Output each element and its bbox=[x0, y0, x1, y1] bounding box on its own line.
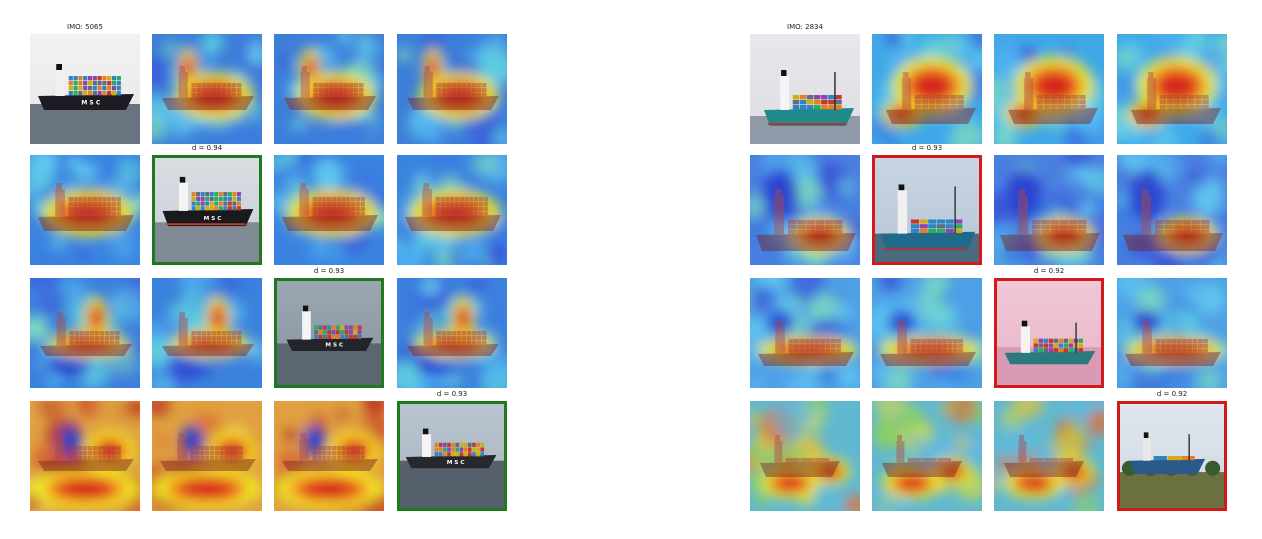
retrieved-match-image: M S C bbox=[274, 278, 384, 388]
retrieved-match-image bbox=[1117, 401, 1227, 511]
attention-heatmap bbox=[872, 278, 982, 388]
attention-heatmap bbox=[750, 401, 860, 511]
query-image: M S C bbox=[30, 34, 140, 144]
attention-heatmap bbox=[397, 155, 507, 265]
attention-heatmap bbox=[1117, 34, 1227, 144]
retrieved-match-image: M S C bbox=[397, 401, 507, 511]
svg-text:M S C: M S C bbox=[204, 216, 222, 222]
attention-heatmap bbox=[30, 401, 140, 511]
attention-heatmap bbox=[872, 401, 982, 511]
retrieved-match-image bbox=[994, 278, 1104, 388]
attention-heatmap bbox=[994, 34, 1104, 144]
attention-heatmap bbox=[1117, 155, 1227, 265]
svg-text:M S C: M S C bbox=[81, 99, 100, 106]
attention-heatmap bbox=[274, 155, 384, 265]
distance-label: d = 0.93 bbox=[436, 390, 468, 398]
retrieved-match-image: M S C bbox=[152, 155, 262, 265]
attention-heatmap bbox=[397, 34, 507, 144]
svg-text:M S C: M S C bbox=[447, 460, 465, 466]
attention-heatmap bbox=[1117, 278, 1227, 388]
attention-heatmap bbox=[397, 278, 507, 388]
query-label: IMO: 5065 bbox=[67, 23, 103, 31]
attention-heatmap bbox=[994, 401, 1104, 511]
attention-heatmap bbox=[872, 34, 982, 144]
attention-heatmap bbox=[750, 155, 860, 265]
attention-heatmap bbox=[750, 278, 860, 388]
attention-heatmap bbox=[274, 34, 384, 144]
attention-heatmap bbox=[152, 401, 262, 511]
svg-text:M S C: M S C bbox=[325, 342, 343, 348]
distance-label: d = 0.92 bbox=[1033, 267, 1065, 275]
attention-heatmap bbox=[152, 278, 262, 388]
distance-label: d = 0.92 bbox=[1156, 390, 1188, 398]
attention-heatmap bbox=[30, 278, 140, 388]
right-figure-panel: IMO: 2834 d = 0.93 d = 0.92 d = 0.92 bbox=[750, 0, 1230, 539]
distance-label: d = 0.93 bbox=[313, 267, 345, 275]
retrieved-match-image bbox=[872, 155, 982, 265]
query-label: IMO: 2834 bbox=[787, 23, 823, 31]
left-figure-panel: IMO: 5065 M S C d = 0.94 M S C d = 0.93 M S C… bbox=[30, 0, 510, 539]
attention-heatmap bbox=[152, 34, 262, 144]
attention-heatmap bbox=[994, 155, 1104, 265]
distance-label: d = 0.94 bbox=[191, 144, 223, 152]
query-image bbox=[750, 34, 860, 144]
distance-label: d = 0.93 bbox=[911, 144, 943, 152]
attention-heatmap bbox=[274, 401, 384, 511]
attention-heatmap bbox=[30, 155, 140, 265]
